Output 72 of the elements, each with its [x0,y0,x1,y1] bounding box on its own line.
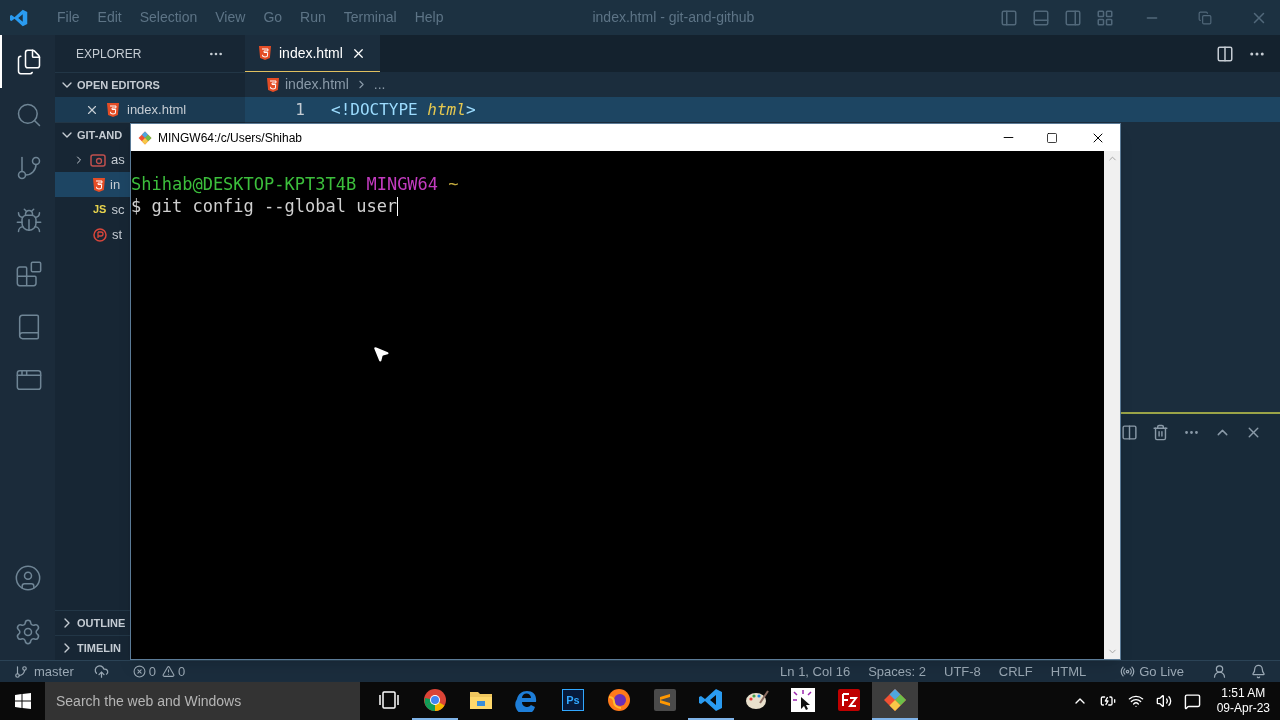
terminal-command: $ git config --global user [131,195,398,217]
git-icon [138,130,152,145]
account-icon[interactable] [13,564,42,592]
editor-app-icon [654,689,676,711]
css-file-icon [93,227,107,242]
clock-time[interactable]: 1:51 AM [1221,686,1266,701]
window-title: index.html - git-and-github [592,8,755,27]
terminal-window-title: MINGW64:/c/Users/Shihab [158,129,303,147]
toggle-panel-icon[interactable] [1032,8,1050,27]
folder-icon [90,152,106,167]
error-count[interactable]: 0 [148,661,156,682]
broadcast-icon [1120,664,1136,679]
breadcrumb-item[interactable]: ... [373,74,386,95]
line-ending[interactable]: CRLF [998,661,1033,682]
split-terminal-icon[interactable] [1121,424,1138,441]
terminal-output[interactable]: Shihab@DESKTOP-KPT3T4B MINGW64 ~ $ git config --global user [131,151,1104,659]
warning-icon [161,665,175,678]
editor-tab[interactable]: index.html [245,35,380,72]
file-tree-item[interactable]: JS sc [55,197,130,222]
line-number: 1 [294,98,305,121]
clock-date[interactable]: 09-Apr-23 [1216,701,1270,716]
notifications-icon[interactable] [1251,664,1266,679]
text-cursor [397,196,399,216]
file-tree-item[interactable]: in [55,172,130,197]
mouse-pointer-icon [372,345,390,363]
terminal-prompt: Shihab@DESKTOP-KPT3T4B MINGW64 ~ [131,173,460,195]
volume-icon[interactable] [1155,693,1172,709]
code-line: <!DOCTYPE html> [331,98,476,121]
code-editor-icon [699,688,723,712]
branch-name[interactable]: master [34,661,74,682]
browser-icon [607,688,631,712]
html-file-icon [93,177,105,192]
language-mode[interactable]: HTML [1050,661,1087,682]
file-tree-item[interactable]: st [55,222,130,247]
js-file-icon: JS [93,201,107,218]
start-icon[interactable] [14,693,31,709]
html-file-icon [259,46,271,60]
photoshop-icon: Ps [562,689,584,711]
go-live-button[interactable]: Go Live [1139,661,1184,682]
trash-icon[interactable] [1152,424,1169,441]
error-icon [132,665,146,678]
toggle-sidebar-icon[interactable] [1000,8,1018,27]
app-logo-icon [10,8,28,27]
task-view-icon [378,691,400,709]
battery-icon[interactable] [1099,693,1116,709]
split-editor-icon[interactable] [1216,44,1234,63]
file-tree-item[interactable]: as [55,147,130,172]
sidebar-title: EXPLORER [76,45,142,63]
palette-icon [745,688,769,712]
taskbar-app[interactable] [872,682,918,720]
cursor-position[interactable]: Ln 1, Col 16 [780,661,851,682]
folder-icon [469,690,493,710]
wifi-icon[interactable] [1127,693,1144,709]
breadcrumb-item[interactable]: index.html [285,74,349,95]
html-file-icon [107,102,119,117]
indentation[interactable]: Spaces: 2 [868,661,926,682]
encoding[interactable]: UTF-8 [944,661,981,682]
feedback-icon[interactable] [1212,664,1227,679]
taskbar-app[interactable]: Ps [550,682,596,720]
browser-icon [515,688,539,712]
taskbar-search-field[interactable]: Search the web and Windows [45,682,360,720]
toggle-secondary-sidebar-icon[interactable] [1064,8,1082,27]
maximize-icon[interactable] [1046,131,1058,144]
filezilla-icon [838,689,860,711]
git-icon [883,688,907,712]
action-center-icon[interactable] [1183,692,1201,710]
html-file-icon [267,77,279,92]
browser-icon [423,688,447,712]
branch-icon [14,664,28,679]
warning-count[interactable]: 0 [177,661,186,682]
publish-icon[interactable] [93,664,109,679]
cursor-app-icon [791,688,815,712]
